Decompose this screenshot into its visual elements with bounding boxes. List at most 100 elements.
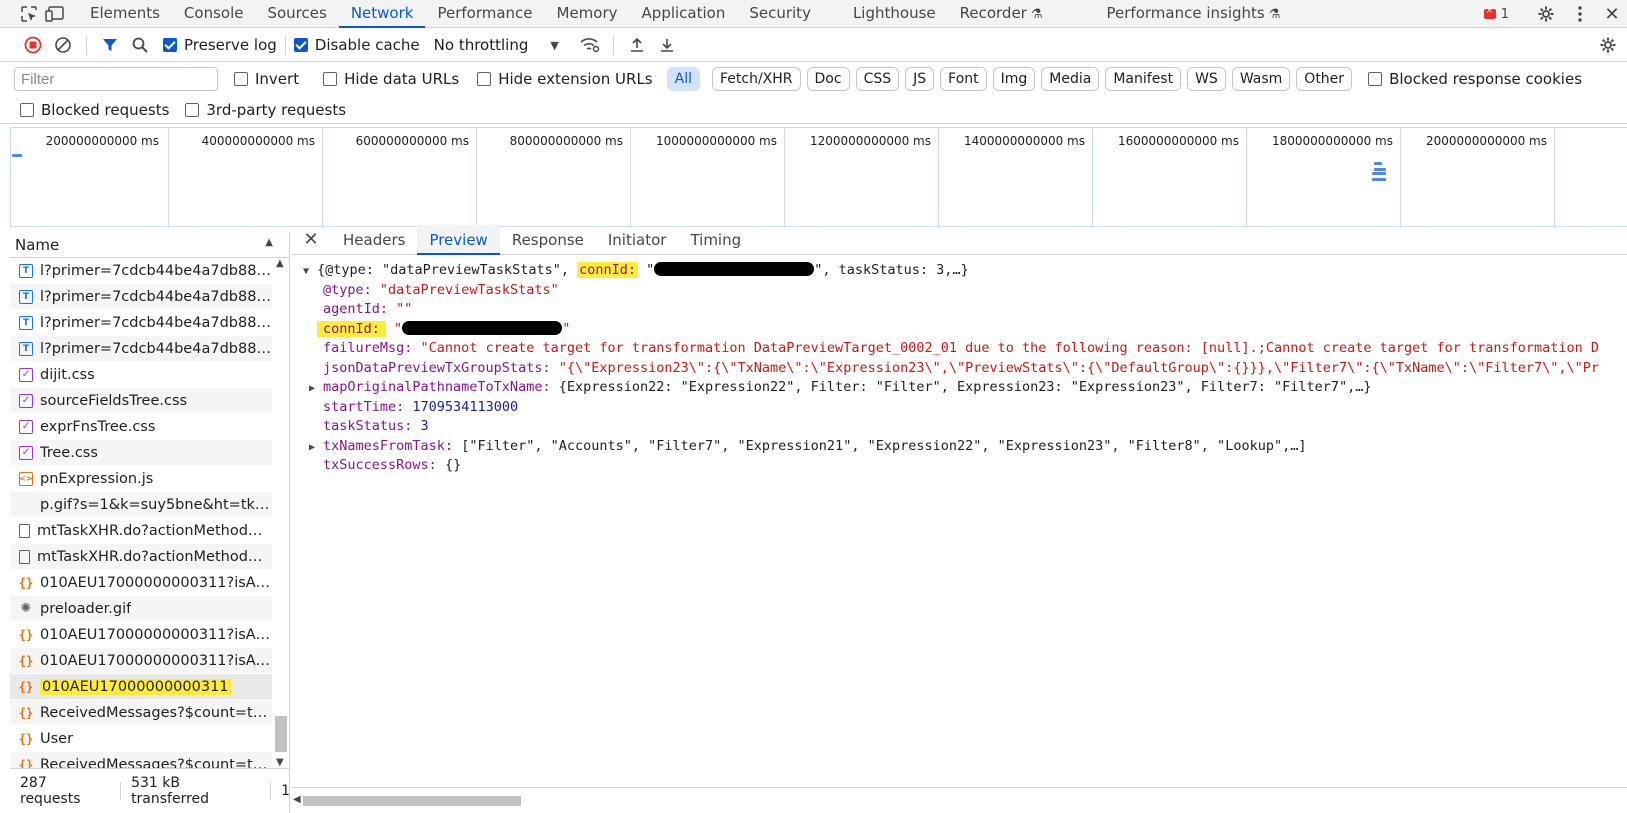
scroll-down-arrow-icon[interactable]: ▼: [276, 757, 284, 768]
type-filter-fetch-xhr[interactable]: Fetch/XHR: [711, 67, 801, 91]
blocked-requests-checkbox[interactable]: Blocked requests: [20, 101, 169, 119]
throttling-select[interactable]: No throttling: [434, 36, 529, 54]
request-row[interactable]: {} User: [10, 726, 272, 752]
more-options-icon[interactable]: [1567, 1, 1593, 27]
invert-checkbox[interactable]: Invert: [234, 70, 299, 88]
scrollbar-thumb[interactable]: [275, 716, 287, 752]
json-root-summary[interactable]: ▼ {@type: "dataPreviewTaskStats", connId:…: [291, 261, 1627, 281]
request-row[interactable]: ✺ preloader.gif: [10, 596, 272, 622]
disable-cache-checkbox[interactable]: Disable cache: [293, 36, 420, 54]
tab-elements[interactable]: Elements: [78, 0, 172, 28]
tab-initiator[interactable]: Initiator: [596, 225, 679, 255]
type-filter-js[interactable]: JS: [905, 67, 935, 91]
type-filter-ws[interactable]: WS: [1187, 67, 1226, 91]
tab-security[interactable]: Security: [737, 0, 823, 28]
tab-lighthouse[interactable]: Lighthouse: [841, 0, 948, 28]
tab-headers[interactable]: Headers: [331, 225, 417, 255]
sort-ascending-icon[interactable]: ▲: [265, 237, 273, 248]
tab-memory[interactable]: Memory: [545, 0, 630, 28]
throttling-dropdown-icon[interactable]: ▼: [550, 39, 558, 52]
checkbox-unchecked[interactable]: [234, 72, 248, 86]
collapsed-triangle-icon[interactable]: ▶: [309, 438, 323, 458]
clear-log-button[interactable]: [48, 30, 78, 60]
tab-timing[interactable]: Timing: [678, 225, 753, 255]
import-har-icon[interactable]: [622, 30, 652, 60]
json-property[interactable]: ▶ txNamesFromTask: ["Filter", "Accounts",…: [291, 437, 1627, 457]
tab-network[interactable]: Network: [338, 0, 426, 28]
request-row[interactable]: ✓ Tree.css: [10, 440, 272, 466]
checkbox-unchecked[interactable]: [323, 72, 338, 86]
type-filter-font[interactable]: Font: [940, 67, 987, 91]
name-column-header[interactable]: Name ▲: [10, 232, 289, 258]
request-row[interactable]: {} ReceivedMessages?$count=true...: [10, 752, 272, 768]
network-settings-gear-icon[interactable]: [1593, 30, 1623, 60]
stop-recording-button[interactable]: [18, 30, 48, 60]
blocked-response-cookies-checkbox[interactable]: Blocked response cookies: [1368, 70, 1582, 88]
network-conditions-icon[interactable]: [575, 30, 605, 60]
type-filter-manifest[interactable]: Manifest: [1105, 67, 1182, 91]
type-filter-media[interactable]: Media: [1041, 67, 1100, 91]
type-filter-img[interactable]: Img: [992, 67, 1036, 91]
request-row[interactable]: ✓ sourceFieldsTree.css: [10, 388, 272, 414]
request-row[interactable]: mtTaskXHR.do?actionMethod=u...: [10, 518, 272, 544]
settings-gear-icon[interactable]: [1533, 1, 1559, 27]
type-filter-other[interactable]: Other: [1296, 67, 1353, 91]
request-row[interactable]: {} ReceivedMessages?$count=true...: [10, 700, 272, 726]
request-row[interactable]: p.gif?s=1&k=suy5bne&ht=tk&h...: [10, 492, 272, 518]
request-row[interactable]: <> pnExpression.js: [10, 466, 272, 492]
request-row[interactable]: {} 010AEU17000000000311?isAtSc...: [10, 622, 272, 648]
network-overview-timeline[interactable]: 200000000000 ms 400000000000 ms 60000000…: [10, 127, 1627, 228]
search-button[interactable]: [125, 30, 155, 60]
overview-tick-label: 1200000000000 ms: [809, 134, 931, 148]
checkbox-checked[interactable]: [293, 38, 308, 52]
overview-tick-label: 400000000000 ms: [201, 134, 315, 148]
request-row[interactable]: Tl?primer=7cdcb44be4a7db8877f...: [10, 336, 272, 362]
checkbox-checked[interactable]: [163, 38, 177, 52]
export-har-icon[interactable]: [652, 30, 682, 60]
filter-input[interactable]: [14, 67, 218, 91]
tab-response[interactable]: Response: [500, 225, 596, 255]
type-filter-css[interactable]: CSS: [855, 67, 900, 91]
type-filter-doc[interactable]: Doc: [806, 67, 850, 91]
request-row[interactable]: {} 010AEU17000000000311?isAtSc...: [10, 648, 272, 674]
tab-recorder[interactable]: Recorder ⚗: [948, 0, 1055, 28]
scroll-up-arrow-icon[interactable]: ▲: [276, 258, 284, 269]
expanded-triangle-icon[interactable]: ▼: [303, 262, 317, 282]
checkbox-unchecked[interactable]: [477, 72, 492, 86]
close-detail-icon[interactable]: ✕: [301, 229, 321, 250]
checkbox-unchecked[interactable]: [185, 102, 200, 117]
preserve-log-checkbox[interactable]: Preserve log: [163, 36, 277, 54]
tab-application[interactable]: Application: [630, 0, 738, 28]
request-row[interactable]: {} 010AEU17000000000311: [10, 674, 272, 700]
tab-performance-insights[interactable]: Performance insights ⚗: [1095, 0, 1293, 28]
json-property[interactable]: ▶ mapOriginalPathnameToTxName: {Expressio…: [291, 378, 1627, 398]
checkbox-unchecked[interactable]: [20, 102, 34, 117]
inspect-element-icon[interactable]: [16, 1, 42, 27]
request-row[interactable]: ✓ exprFnsTree.css: [10, 414, 272, 440]
error-count-badge[interactable]: 1: [1483, 6, 1509, 22]
scrollbar-thumb[interactable]: [303, 796, 521, 806]
request-row[interactable]: Tl?primer=7cdcb44be4a7db8877f...: [10, 258, 272, 284]
tab-preview[interactable]: Preview: [417, 224, 500, 255]
request-row[interactable]: Tl?primer=7cdcb44be4a7db8877f...: [10, 310, 272, 336]
request-list-scrollbar[interactable]: ▲ ▼: [272, 258, 290, 768]
checkbox-unchecked[interactable]: [1368, 72, 1383, 86]
close-devtools-icon[interactable]: ✕: [1599, 1, 1625, 27]
type-filter-all[interactable]: All: [666, 67, 700, 91]
tab-performance[interactable]: Performance: [425, 0, 544, 28]
tab-console[interactable]: Console: [172, 0, 256, 28]
hide-extension-urls-checkbox[interactable]: Hide extension URLs: [477, 70, 653, 88]
request-row[interactable]: mtTaskXHR.do?actionMethod=cl...: [10, 544, 272, 570]
type-filter-wasm[interactable]: Wasm: [1231, 67, 1291, 91]
device-toolbar-icon[interactable]: [42, 1, 68, 27]
request-row[interactable]: {} 010AEU17000000000311?isAtSc...: [10, 570, 272, 596]
third-party-requests-checkbox[interactable]: 3rd-party requests: [185, 101, 346, 119]
filter-toggle-button[interactable]: [95, 30, 125, 60]
request-row[interactable]: Tl?primer=7cdcb44be4a7db8877f...: [10, 284, 272, 310]
tab-sources[interactable]: Sources: [255, 0, 338, 28]
hide-data-urls-checkbox[interactable]: Hide data URLs: [323, 70, 459, 88]
scroll-left-arrow-icon[interactable]: ◀: [293, 794, 301, 805]
request-row[interactable]: ✓ dijit.css: [10, 362, 272, 388]
preview-horizontal-scrollbar[interactable]: ◀: [291, 787, 1627, 813]
collapsed-triangle-icon[interactable]: ▶: [309, 379, 323, 399]
